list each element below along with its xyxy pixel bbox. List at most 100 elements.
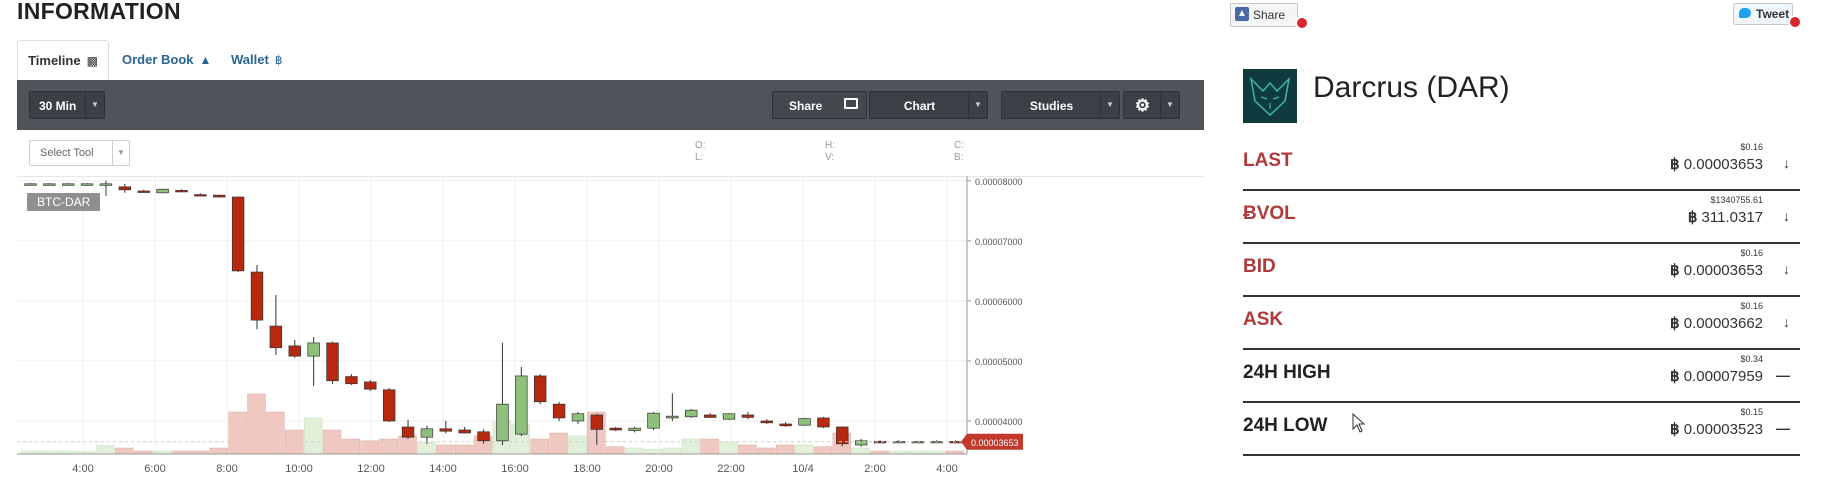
volume-bar xyxy=(719,441,738,455)
stat-btc-value: ฿ 311.0317 xyxy=(1688,208,1763,226)
stat-usd-value: $1340755.61 xyxy=(1710,195,1763,205)
stat-label: 24H LOW xyxy=(1243,415,1328,436)
volume-bar xyxy=(417,441,436,455)
candle-body xyxy=(685,409,698,418)
stat-usd-value: $0.16 xyxy=(1740,142,1763,152)
area-chart-icon: ▲ xyxy=(199,53,212,67)
chevron-down-icon: ▼ xyxy=(85,92,104,118)
facebook-share-button[interactable]: ▲ Share xyxy=(1230,3,1309,30)
bitcoin-icon: ฿ xyxy=(1670,315,1684,332)
stat-btc-amount: 0.00003662 xyxy=(1683,315,1763,332)
candle-body xyxy=(156,188,169,194)
candle-body xyxy=(836,426,849,445)
studies-select[interactable]: Studies ▼ xyxy=(1001,91,1120,119)
volume-bar xyxy=(681,438,700,455)
bitcoin-icon: ฿ xyxy=(1687,209,1702,226)
chart-toolbar: 30 Min ▼ Share Chart ▼ Studies ▼ ⚙ ▼ xyxy=(17,80,1204,130)
stat-label: 24H HIGH xyxy=(1243,362,1331,383)
stat-btc-amount: 0.00007959 xyxy=(1683,368,1763,385)
volume-bar xyxy=(436,444,455,455)
blocked-badge-icon xyxy=(1788,15,1802,29)
stat-btc-amount: 311.0317 xyxy=(1701,209,1763,226)
tab-wallet-label: Wallet xyxy=(231,52,269,67)
candle-body xyxy=(118,186,132,191)
candle-body xyxy=(817,417,830,428)
stat-btc-value: ฿ 0.00003653 xyxy=(1670,155,1763,173)
drawing-toolbar: Select Tool ▼ O: L: H: V: C: B: xyxy=(17,130,1204,177)
candle-body xyxy=(420,428,434,438)
ohlc-low-label: L: xyxy=(695,152,704,163)
ohlc-close-bid: C: B: xyxy=(954,140,964,164)
volume-bar xyxy=(96,445,115,455)
ohlc-volume-label: V: xyxy=(825,152,835,163)
tab-timeline[interactable]: Timeline ▩ xyxy=(17,40,109,82)
arrow-down-icon: ↓ xyxy=(1783,155,1790,171)
volume-bar xyxy=(454,444,474,455)
stat-label: ɃVOL xyxy=(1243,203,1296,224)
chevron-down-icon: ▼ xyxy=(968,92,987,118)
y-tick-label: 0.00008000 xyxy=(975,177,1023,187)
thumbs-up-icon: ▲ xyxy=(1235,7,1249,21)
price-chart[interactable]: 4:00 6:00 8:00 10:00 12:00 14:00 16:00 18:00 20:… xyxy=(17,176,1204,481)
x-tick-label: 20:00 xyxy=(645,463,673,475)
arrow-down-icon: ↓ xyxy=(1783,208,1790,224)
ohlc-open-label: O: xyxy=(695,140,706,151)
candle-body xyxy=(288,345,301,357)
candle-body xyxy=(666,415,679,419)
symbol-label: BTC-DAR xyxy=(27,193,101,211)
stat-label: LAST xyxy=(1243,150,1293,171)
stat-label: ASK xyxy=(1243,309,1284,330)
stat-usd-value: $0.15 xyxy=(1740,407,1763,417)
arrow-down-icon: ↓ xyxy=(1783,314,1790,330)
y-tick-label: 0.00006000 xyxy=(975,297,1023,307)
chart-type-select[interactable]: Chart ▼ xyxy=(869,91,988,119)
stat-row: LAST $0.16 ฿ 0.00003653 ↓ xyxy=(1243,138,1800,191)
facebook-share-label: Share xyxy=(1253,8,1286,22)
bitcoin-icon: ฿ xyxy=(1670,421,1684,438)
candle-body xyxy=(250,271,264,321)
stat-usd-value: $0.16 xyxy=(1740,248,1763,258)
y-tick-label: 0.00007000 xyxy=(975,237,1023,247)
wolf-logo-icon xyxy=(1243,69,1297,123)
blocked-badge-icon xyxy=(1295,16,1309,30)
share-chart-button[interactable]: Share xyxy=(772,91,867,119)
x-tick-label: 22:00 xyxy=(717,463,745,475)
tab-wallet[interactable]: Wallet ฿ xyxy=(231,40,282,80)
candle-body xyxy=(326,342,339,382)
candle-body xyxy=(269,325,283,349)
tab-order-book[interactable]: Order Book ▲ xyxy=(122,40,211,80)
candle-body xyxy=(99,183,113,186)
volume-bar xyxy=(700,438,719,455)
candle-body xyxy=(61,183,75,186)
x-tick-label: 10:00 xyxy=(285,463,313,475)
volume-bar xyxy=(360,440,379,455)
x-tick-label: 2:00 xyxy=(864,463,885,475)
stat-btc-value: ฿ 0.00007959 xyxy=(1670,367,1763,385)
volume-bar xyxy=(379,438,398,455)
candle-body xyxy=(231,196,245,272)
ohlc-bid-label: B: xyxy=(954,152,964,163)
select-tool-dropdown[interactable]: Select Tool ▼ xyxy=(29,140,130,166)
candle-body xyxy=(194,194,207,197)
volume-bar xyxy=(530,438,549,455)
candle-body xyxy=(533,375,547,403)
interval-label: 30 Min xyxy=(39,99,77,113)
chevron-down-icon: ▼ xyxy=(1100,92,1119,118)
interval-select[interactable]: 30 Min ▼ xyxy=(29,91,105,119)
tab-order-book-label: Order Book xyxy=(122,52,194,67)
ohlc-close-label: C: xyxy=(954,140,964,151)
y-tick-label: 0.00005000 xyxy=(975,357,1023,367)
bitcoin-icon: ฿ xyxy=(1670,156,1684,173)
candle-body xyxy=(515,375,528,435)
coin-logo xyxy=(1243,69,1297,123)
tweet-button[interactable]: Tweet xyxy=(1733,3,1802,29)
settings-button[interactable]: ⚙ ▼ xyxy=(1123,91,1180,119)
page-title: INFORMATION xyxy=(17,0,181,24)
volume-bar xyxy=(624,447,644,455)
stat-label: BID xyxy=(1243,256,1276,277)
x-tick-label: 12:00 xyxy=(357,463,385,475)
volume-bar xyxy=(738,444,757,455)
stat-usd-value: $0.16 xyxy=(1740,301,1763,311)
chevron-down-icon: ▼ xyxy=(1160,92,1179,118)
x-tick-label: 14:00 xyxy=(429,463,457,475)
